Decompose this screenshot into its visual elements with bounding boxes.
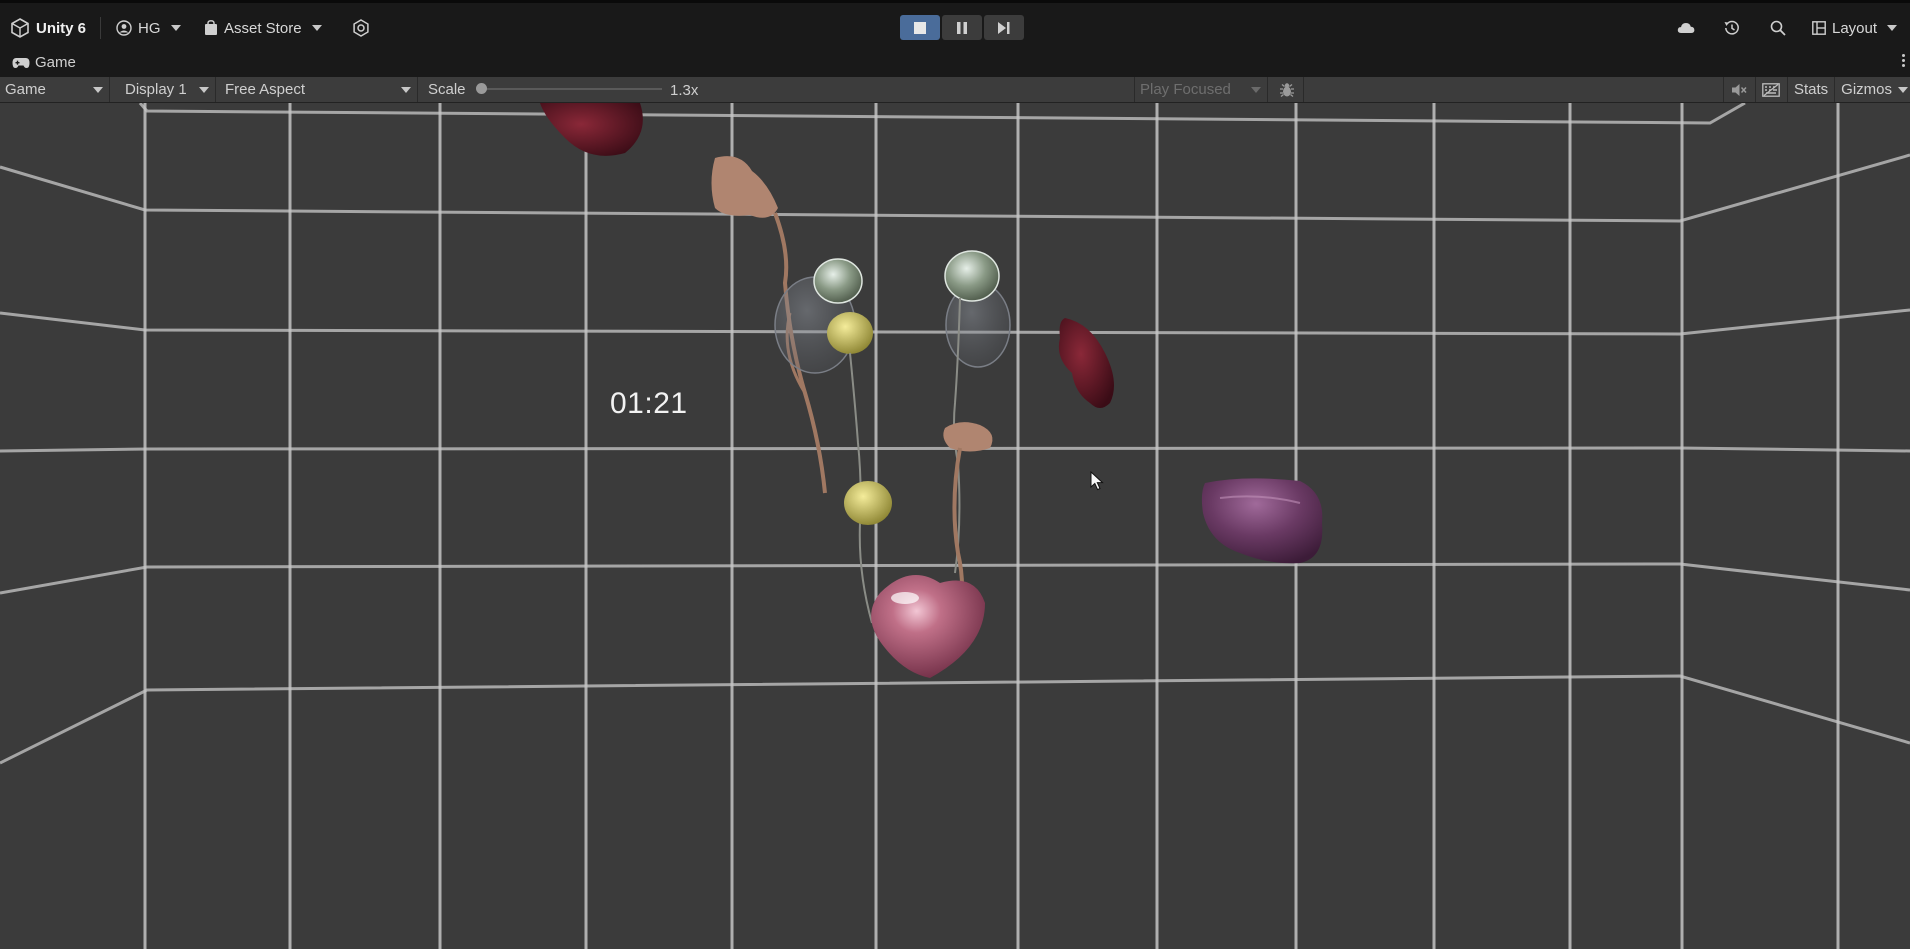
tissue-small-object <box>943 422 993 452</box>
step-button[interactable] <box>984 15 1024 40</box>
chevron-down-icon <box>199 86 209 93</box>
unity-logo-button[interactable]: Unity 6 <box>10 15 86 41</box>
gland-yellow-object <box>827 312 873 354</box>
gizmos-label: Gizmos <box>1841 81 1892 98</box>
gizmos-dropdown[interactable]: Gizmos <box>1834 77 1910 102</box>
pause-icon <box>957 21 967 34</box>
account-name: HG <box>138 19 161 37</box>
play-mode-dropdown[interactable]: Play Focused <box>1134 77 1268 102</box>
scale-slider-thumb[interactable] <box>476 83 487 94</box>
aspect-label: Free Aspect <box>225 81 306 98</box>
app-name: Unity 6 <box>36 19 87 37</box>
cloud-button[interactable] <box>1677 15 1695 41</box>
display-dropdown[interactable]: Display 1 <box>120 77 216 102</box>
scale-slider-track[interactable] <box>480 88 662 90</box>
chevron-down-icon <box>1887 25 1898 31</box>
stats-label: Stats <box>1793 81 1829 98</box>
stop-icon <box>914 21 926 34</box>
chevron-down-icon <box>401 86 411 93</box>
chevron-down-icon <box>93 86 103 93</box>
scale-value: 1.3x <box>670 82 699 99</box>
tab-game[interactable]: Game <box>12 54 76 71</box>
tissue-blob-object <box>711 156 778 218</box>
chevron-down-icon <box>311 25 322 31</box>
view-mode-label: Game <box>5 81 46 98</box>
keyboard-icon <box>1762 82 1781 97</box>
display-label: Display 1 <box>125 81 187 98</box>
lung-right-object <box>944 250 1000 302</box>
game-view-right-tools: Stats Gizmos <box>1722 77 1910 102</box>
cloud-icon <box>1677 23 1695 33</box>
asset-store-label: Asset Store <box>224 19 302 37</box>
aspect-dropdown[interactable]: Free Aspect <box>220 77 418 102</box>
chevron-down-icon <box>170 25 181 31</box>
layout-icon <box>1812 21 1826 35</box>
game-view-toolbar: Game Display 1 Free Aspect Scale 1.3x Pl… <box>0 77 1910 103</box>
stats-button[interactable]: Stats <box>1786 77 1834 102</box>
scale-label: Scale <box>428 81 466 98</box>
shortcuts-button[interactable] <box>1754 77 1787 102</box>
history-button[interactable] <box>1724 15 1740 41</box>
scene-render <box>0 103 1910 949</box>
game-tab-bar: Game <box>0 50 1910 76</box>
chevron-down-icon <box>1898 86 1908 93</box>
heart-highlight <box>891 592 919 604</box>
chevron-down-icon <box>1251 86 1261 93</box>
room-grid-lines <box>143 103 1840 949</box>
gear-icon <box>353 19 369 37</box>
layout-label: Layout <box>1832 19 1878 37</box>
layout-dropdown[interactable]: Layout <box>1812 15 1898 41</box>
play-mode-label: Play Focused <box>1140 81 1231 98</box>
toolbar-divider <box>100 17 101 39</box>
heart-object <box>871 575 985 678</box>
lung-left-object <box>813 258 863 304</box>
mute-audio-button[interactable] <box>1722 77 1755 102</box>
kidney-top-object <box>540 103 643 156</box>
mute-icon <box>1732 83 1748 96</box>
asset-store-dropdown[interactable]: Asset Store <box>204 15 322 41</box>
stop-button[interactable] <box>900 15 940 40</box>
gamepad-icon <box>12 57 30 68</box>
gland-yellow-object-2 <box>844 481 892 525</box>
shopping-bag-icon <box>205 20 217 35</box>
account-dropdown[interactable]: HG <box>116 15 181 41</box>
step-icon <box>998 21 1010 34</box>
liver-object <box>1201 478 1323 564</box>
history-icon <box>1724 20 1739 35</box>
tab-game-label: Game <box>35 54 76 71</box>
game-timer: 01:21 <box>610 387 688 420</box>
more-options-icon[interactable] <box>1902 54 1906 67</box>
mouse-cursor-icon <box>1090 471 1104 491</box>
game-viewport[interactable]: 01:21 <box>0 103 1910 949</box>
play-controls <box>900 15 1024 40</box>
unity-cube-icon <box>11 18 29 38</box>
bug-icon <box>1280 82 1294 97</box>
settings-button[interactable] <box>352 15 370 41</box>
search-button[interactable] <box>1770 15 1786 41</box>
pause-button[interactable] <box>942 15 982 40</box>
scale-control: Scale 1.3x <box>420 77 698 102</box>
search-icon <box>1770 20 1786 36</box>
view-mode-dropdown[interactable]: Game <box>0 77 110 102</box>
debug-button[interactable] <box>1272 77 1304 102</box>
account-icon <box>116 20 132 36</box>
main-toolbar: Unity 6 HG Asset Store Layout <box>0 0 1910 50</box>
